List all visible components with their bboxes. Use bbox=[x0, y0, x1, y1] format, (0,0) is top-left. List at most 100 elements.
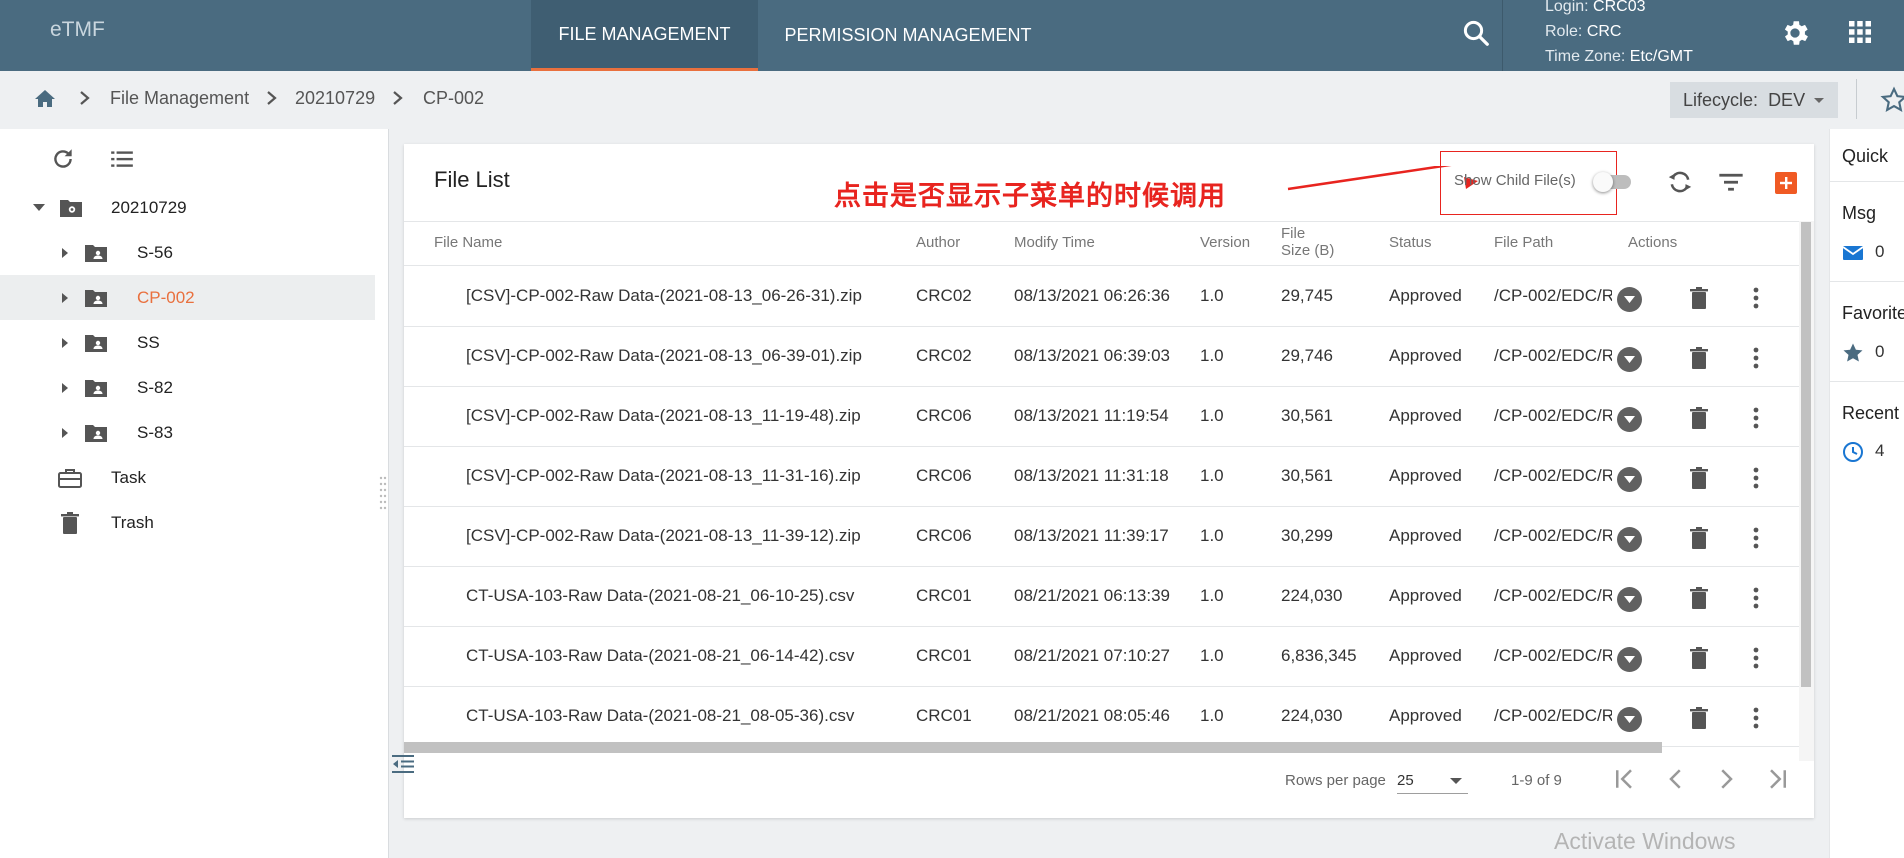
caret-right-icon[interactable] bbox=[62, 292, 68, 303]
mail-icon[interactable] bbox=[1841, 241, 1865, 265]
file-name-cell[interactable]: CT-USA-103-Raw Data-(2021-08-21_08-05-36… bbox=[466, 706, 854, 726]
last-page-icon[interactable] bbox=[1761, 764, 1791, 794]
column-header-file-size[interactable]: File Size (B) bbox=[1281, 225, 1334, 259]
file-name-cell[interactable]: [CSV]-CP-002-Raw Data-(2021-08-13_11-19-… bbox=[466, 406, 861, 426]
file-size-cell: 30,561 bbox=[1281, 466, 1333, 485]
home-icon[interactable] bbox=[33, 87, 57, 111]
table-row[interactable]: CT-USA-103-Raw Data-(2021-08-21_06-14-42… bbox=[404, 627, 1799, 687]
more-actions-button[interactable] bbox=[1617, 467, 1642, 492]
caret-right-icon[interactable] bbox=[62, 427, 68, 438]
more-vert-icon[interactable] bbox=[1752, 706, 1760, 730]
apps-grid-icon[interactable] bbox=[1848, 20, 1872, 44]
clock-icon[interactable] bbox=[1841, 440, 1865, 464]
breadcrumb-item-20210729[interactable]: 20210729 bbox=[295, 88, 375, 109]
lifecycle-select[interactable]: Lifecycle: DEV bbox=[1670, 82, 1838, 118]
vertical-scrollbar-thumb[interactable] bbox=[1801, 222, 1811, 687]
trash-icon[interactable] bbox=[1689, 286, 1709, 310]
tab-permission-management[interactable]: PERMISSION MANAGEMENT bbox=[758, 0, 1058, 71]
previous-page-icon[interactable] bbox=[1661, 764, 1691, 794]
horizontal-scrollbar[interactable] bbox=[404, 742, 1662, 753]
tree-item-task[interactable]: Task bbox=[0, 455, 375, 500]
tree-item-ss[interactable]: SS bbox=[0, 320, 375, 365]
tree-item-s-83[interactable]: S-83 bbox=[0, 410, 375, 455]
show-child-files-toggle[interactable] bbox=[1593, 172, 1631, 192]
more-actions-button[interactable] bbox=[1617, 347, 1642, 372]
sync-icon[interactable] bbox=[1666, 168, 1694, 196]
file-list-card: File List 点击是否显示子菜单的时候调用 Show Child File… bbox=[404, 144, 1814, 818]
more-actions-button[interactable] bbox=[1617, 647, 1642, 672]
favorite-count: 0 bbox=[1875, 342, 1885, 361]
list-icon[interactable] bbox=[109, 146, 135, 172]
table-row[interactable]: [CSV]-CP-002-Raw Data-(2021-08-13_11-19-… bbox=[404, 387, 1799, 447]
tree-item-20210729[interactable]: 20210729 bbox=[0, 185, 375, 230]
breadcrumb-item-file-management[interactable]: File Management bbox=[110, 88, 249, 109]
more-vert-icon[interactable] bbox=[1752, 586, 1760, 610]
table-row[interactable]: CT-USA-103-Raw Data-(2021-08-21_08-05-36… bbox=[404, 687, 1799, 747]
trash-icon[interactable] bbox=[1689, 706, 1709, 730]
caret-right-icon[interactable] bbox=[62, 382, 68, 393]
column-header-version[interactable]: Version bbox=[1200, 234, 1250, 251]
caret-down-icon[interactable] bbox=[33, 204, 45, 211]
caret-right-icon[interactable] bbox=[62, 337, 68, 348]
more-vert-icon[interactable] bbox=[1752, 526, 1760, 550]
chevron-right-icon bbox=[393, 91, 403, 105]
more-actions-button[interactable] bbox=[1617, 587, 1642, 612]
more-vert-icon[interactable] bbox=[1752, 466, 1760, 490]
more-actions-button[interactable] bbox=[1617, 407, 1642, 432]
table-row[interactable]: [CSV]-CP-002-Raw Data-(2021-08-13_11-39-… bbox=[404, 507, 1799, 567]
rows-per-page-select[interactable]: 25 bbox=[1397, 768, 1468, 794]
splitter-handle-icon[interactable] bbox=[379, 474, 387, 514]
file-name-cell[interactable]: [CSV]-CP-002-Raw Data-(2021-08-13_06-39-… bbox=[466, 346, 862, 366]
trash-icon[interactable] bbox=[1689, 466, 1709, 490]
column-header-status[interactable]: Status bbox=[1389, 234, 1432, 251]
tree-item-s-56[interactable]: S-56 bbox=[0, 230, 375, 275]
more-vert-icon[interactable] bbox=[1752, 406, 1760, 430]
filter-icon[interactable] bbox=[1717, 168, 1745, 196]
file-name-cell[interactable]: CT-USA-103-Raw Data-(2021-08-21_06-14-42… bbox=[466, 646, 854, 666]
add-file-button[interactable] bbox=[1775, 172, 1797, 194]
more-vert-icon[interactable] bbox=[1752, 346, 1760, 370]
table-row[interactable]: [CSV]-CP-002-Raw Data-(2021-08-13_11-31-… bbox=[404, 447, 1799, 507]
more-vert-icon[interactable] bbox=[1752, 646, 1760, 670]
caret-right-icon[interactable] bbox=[62, 247, 68, 258]
trash-icon[interactable] bbox=[1689, 526, 1709, 550]
more-actions-button[interactable] bbox=[1617, 707, 1642, 732]
first-page-icon[interactable] bbox=[1611, 764, 1641, 794]
tree-item-cp-002[interactable]: CP-002 bbox=[0, 275, 375, 320]
app-logo[interactable]: eTMF bbox=[50, 18, 105, 42]
tree-item-trash[interactable]: Trash bbox=[0, 500, 375, 545]
table-row[interactable]: CT-USA-103-Raw Data-(2021-08-21_06-10-25… bbox=[404, 567, 1799, 627]
star-outline-icon[interactable] bbox=[1880, 86, 1904, 114]
trash-icon[interactable] bbox=[1689, 406, 1709, 430]
file-name-cell[interactable]: [CSV]-CP-002-Raw Data-(2021-08-13_11-31-… bbox=[466, 466, 861, 486]
column-header-author[interactable]: Author bbox=[916, 234, 960, 251]
table-row[interactable]: [CSV]-CP-002-Raw Data-(2021-08-13_06-39-… bbox=[404, 327, 1799, 387]
column-header-file-name[interactable]: File Name bbox=[434, 234, 502, 251]
refresh-icon[interactable] bbox=[50, 146, 76, 172]
chevron-right-icon bbox=[267, 91, 277, 105]
tab-file-management[interactable]: FILE MANAGEMENT bbox=[531, 0, 758, 71]
more-actions-button[interactable] bbox=[1617, 287, 1642, 312]
search-icon[interactable] bbox=[1461, 18, 1491, 48]
file-name-cell[interactable]: [CSV]-CP-002-Raw Data-(2021-08-13_11-39-… bbox=[466, 526, 861, 546]
file-name-cell[interactable]: [CSV]-CP-002-Raw Data-(2021-08-13_06-26-… bbox=[466, 286, 862, 306]
trash-icon[interactable] bbox=[1689, 586, 1709, 610]
folder-user-icon bbox=[85, 424, 107, 442]
breadcrumb-item-cp-002[interactable]: CP-002 bbox=[423, 88, 484, 109]
column-header-file-path[interactable]: File Path bbox=[1494, 234, 1553, 251]
table-row[interactable]: [CSV]-CP-002-Raw Data-(2021-08-13_06-26-… bbox=[404, 267, 1799, 327]
file-name-cell[interactable]: CT-USA-103-Raw Data-(2021-08-21_06-10-25… bbox=[466, 586, 854, 606]
trash-icon[interactable] bbox=[1689, 646, 1709, 670]
more-vert-icon[interactable] bbox=[1752, 286, 1760, 310]
more-actions-button[interactable] bbox=[1617, 527, 1642, 552]
gear-icon[interactable] bbox=[1779, 17, 1811, 49]
star-icon[interactable] bbox=[1841, 341, 1865, 365]
column-header-modify-time[interactable]: Modify Time bbox=[1014, 234, 1095, 251]
next-page-icon[interactable] bbox=[1711, 764, 1741, 794]
msg-label[interactable]: Msg bbox=[1842, 203, 1876, 224]
collapse-panel-icon[interactable] bbox=[390, 752, 416, 776]
tree-item-s-82[interactable]: S-82 bbox=[0, 365, 375, 410]
favorite-label[interactable]: Favorite bbox=[1842, 303, 1904, 324]
trash-icon[interactable] bbox=[1689, 346, 1709, 370]
recent-label[interactable]: Recent bbox=[1842, 403, 1899, 424]
